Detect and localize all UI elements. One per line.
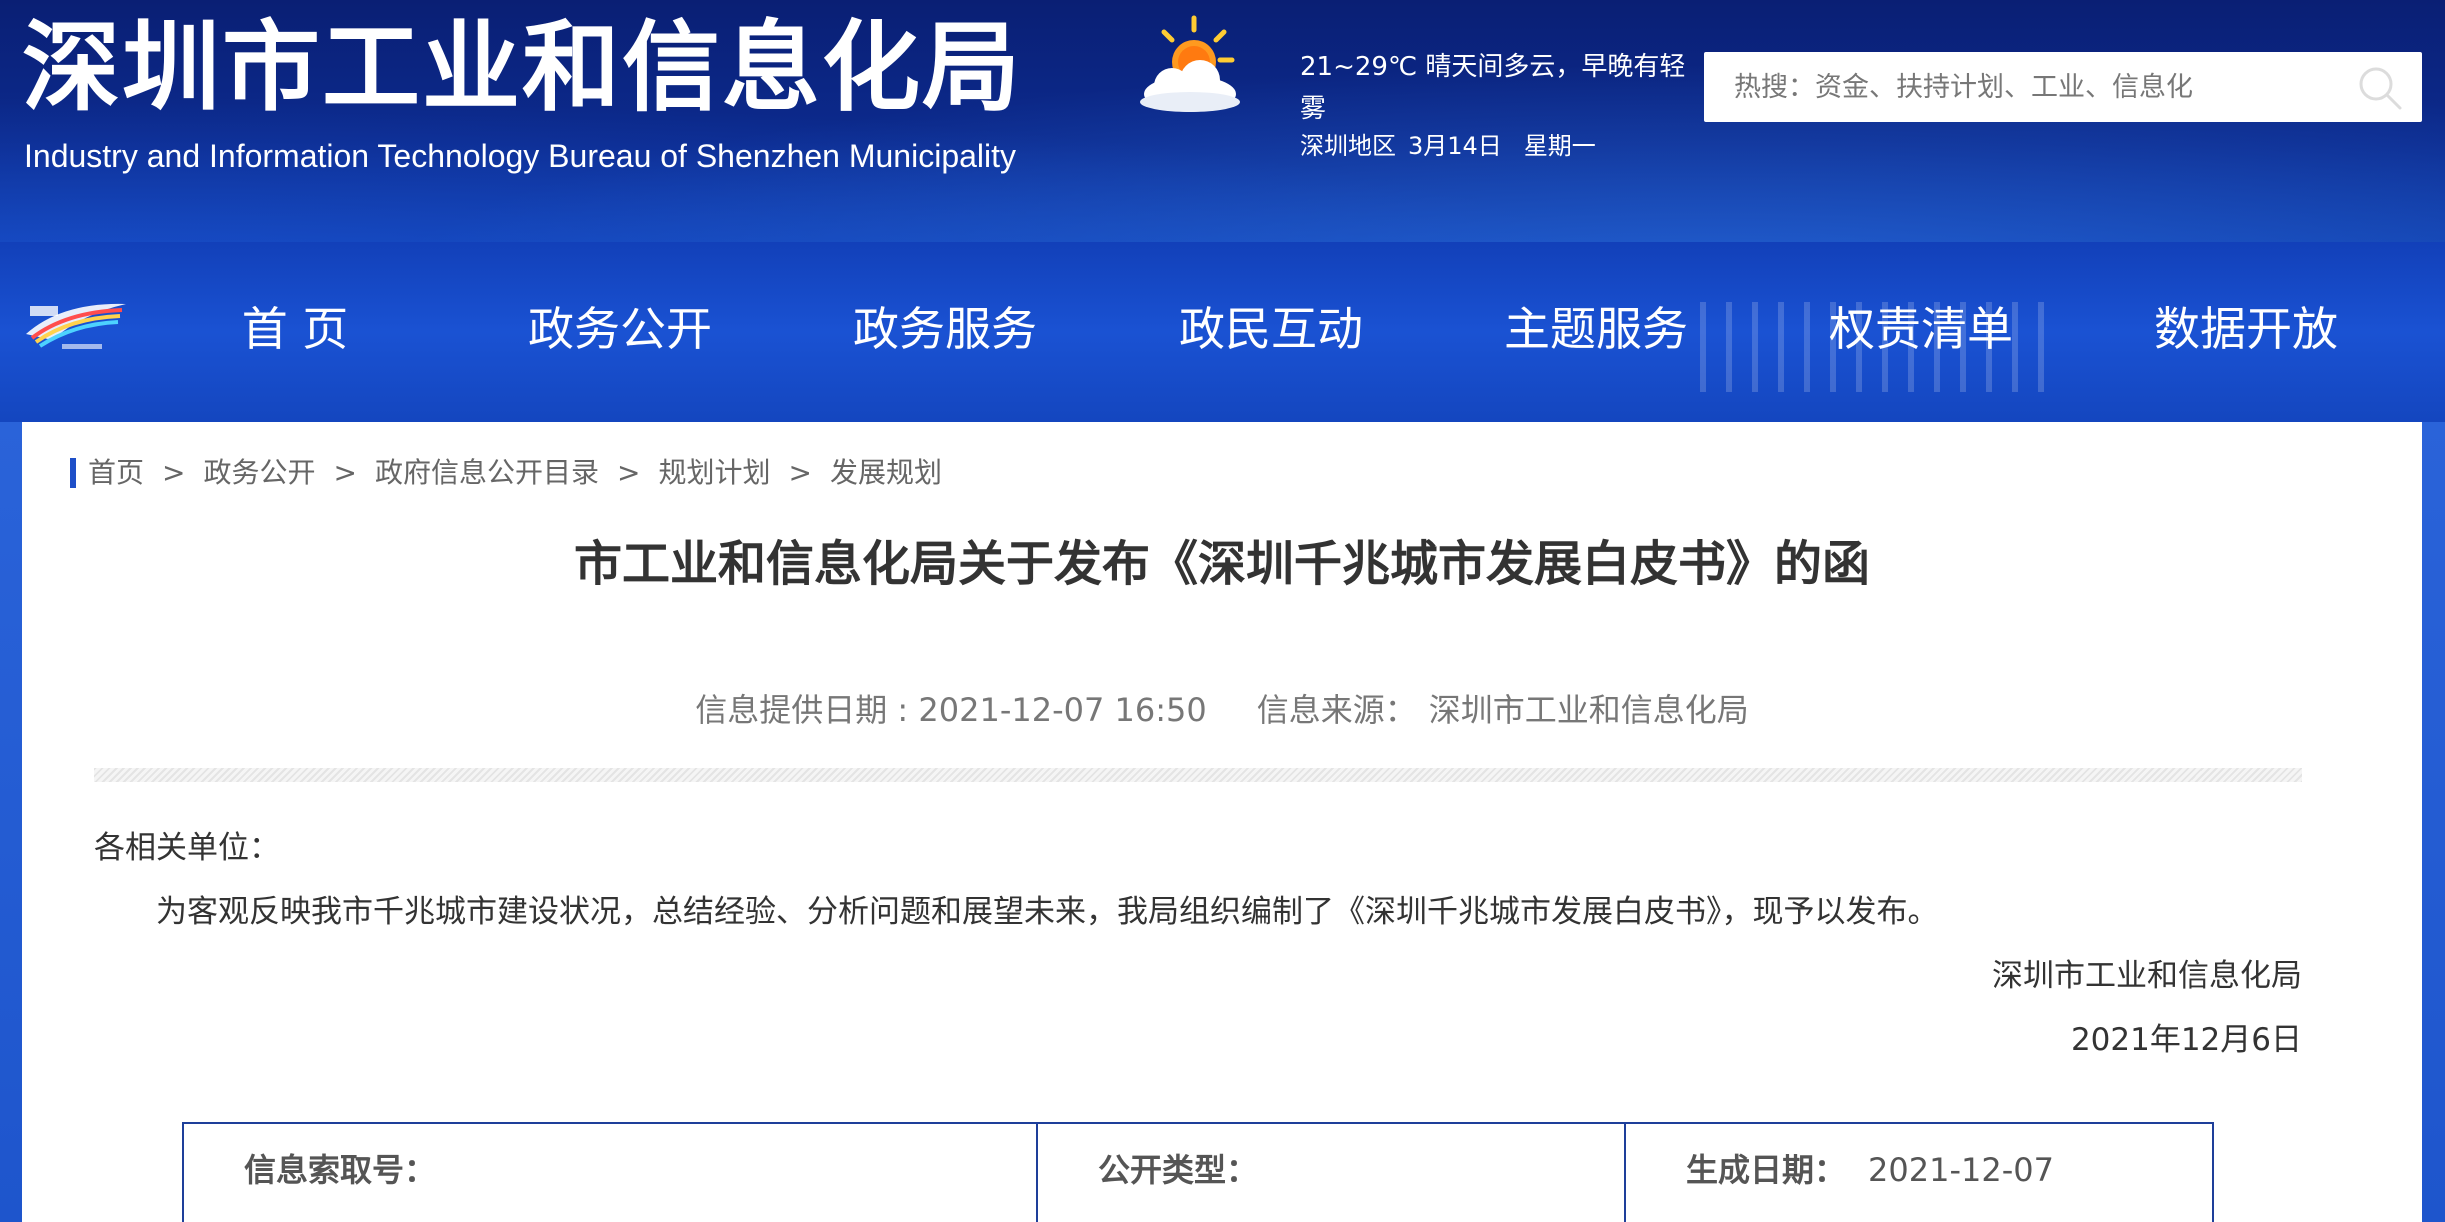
breadcrumb-info-catalog[interactable]: 政府信息公开目录 [375, 456, 599, 489]
source-value: 深圳市工业和信息化局 [1428, 691, 1749, 729]
breadcrumb-home[interactable]: 首页 [88, 456, 144, 489]
divider [94, 768, 2302, 782]
nav-item-home[interactable]: 首 页 [242, 294, 349, 364]
breadcrumb-separator: > [616, 456, 641, 489]
type-label: 公开类型： [1098, 1151, 1259, 1189]
breadcrumb-separator: > [788, 456, 812, 489]
breadcrumb-plans[interactable]: 规划计划 [658, 456, 770, 489]
breadcrumb-separator: > [333, 456, 357, 489]
weather-weekday: 星期一 [1523, 132, 1596, 160]
main-nav: 首 页 政务公开 政务服务 政民互动 主题服务 权责清单 数据开放 [0, 242, 2445, 422]
weather-day: 3月14日 [1408, 132, 1502, 160]
site-title: 深圳市工业和信息化局 [22, 11, 1023, 125]
partly-cloudy-icon [1140, 15, 1240, 112]
shenzhen-logo-icon[interactable] [22, 294, 130, 354]
nav-item-topic-services[interactable]: 主题服务 [1504, 294, 1688, 364]
breadcrumb-gov-affairs-open[interactable]: 政务公开 [203, 456, 315, 489]
weather-region: 深圳地区 [1300, 132, 1396, 160]
weather-date: 深圳地区 3月14日 星期一 [1300, 126, 1596, 166]
search-icon[interactable] [2356, 64, 2404, 112]
nav-item-interaction[interactable]: 政民互动 [1179, 294, 1363, 364]
search-box [1704, 52, 2422, 122]
salutation: 各相关单位： [94, 830, 280, 866]
breadcrumb-development-plan[interactable]: 发展规划 [830, 456, 942, 489]
info-cell-created: 生成日期： 2021-12-07 [1626, 1124, 2212, 1222]
created-value: 2021-12-07 [1868, 1151, 2054, 1189]
site-subtitle: Industry and Information Technology Bure… [24, 138, 1017, 174]
breadcrumb: 首页 > 政务公开 > 政府信息公开目录 > 规划计划 > 发展规划 [70, 458, 942, 488]
body-paragraph: 为客观反映我市千兆城市建设状况，总结经验、分析问题和展望未来，我局组织编制了《深… [156, 894, 1939, 930]
nav-item-gov-affairs-open[interactable]: 政务公开 [528, 294, 712, 364]
info-table: 信息索取号： 公开类型： 生成日期： 2021-12-07 [182, 1122, 2214, 1222]
publish-date: 2021-12-07 16:50 [918, 691, 1207, 729]
site-header: 深圳市工业和信息化局 Industry and Information Tech… [0, 0, 2445, 242]
nav-item-open-data[interactable]: 数据开放 [2154, 294, 2338, 364]
signature-org: 深圳市工业和信息化局 [1992, 958, 2302, 994]
side-decoration-left [0, 422, 22, 1222]
article-panel: 首页 > 政务公开 > 政府信息公开目录 > 规划计划 > 发展规划 市工业和信息化局关于发布《… [22, 422, 2422, 1222]
search-input[interactable] [1704, 52, 2324, 122]
nav-item-gov-services[interactable]: 政务服务 [853, 294, 1037, 364]
article-meta: 信息提供日期 : 2021-12-07 16:50 信息来源： 深圳市工业和信息化局 [22, 690, 2422, 730]
source-label: 信息来源： [1256, 691, 1417, 729]
side-decoration-right [2422, 422, 2445, 1222]
article-title: 市工业和信息化局关于发布《深圳千兆城市发展白皮书》的函 [573, 536, 1870, 592]
created-label: 生成日期： [1686, 1151, 1847, 1189]
date-label: 信息提供日期 : [695, 691, 919, 729]
signature-date: 2021年12月6日 [2070, 1022, 2302, 1058]
info-cell-type: 公开类型： [1038, 1124, 1626, 1222]
weather-summary: 21~29℃ 晴天间多云，早晚有轻雾 [1300, 52, 1686, 124]
nav-item-power-list[interactable]: 权责清单 [1829, 294, 2013, 364]
breadcrumb-separator: > [162, 456, 186, 489]
info-cell-index: 信息索取号： [184, 1124, 1038, 1222]
index-label: 信息索取号： [244, 1151, 437, 1189]
